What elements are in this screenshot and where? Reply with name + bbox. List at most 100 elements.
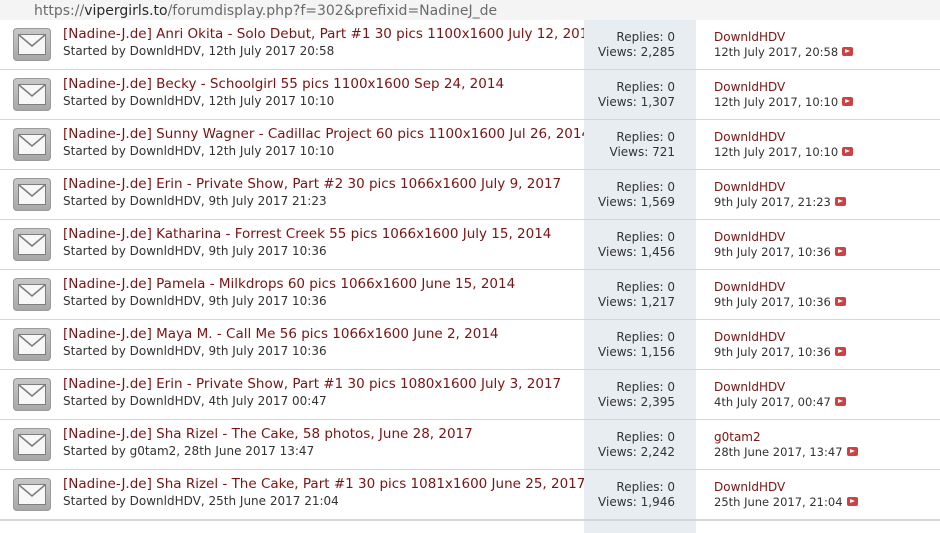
thread-starter-info: Started by DownldHDV, 9th July 2017 21:2… (63, 194, 327, 208)
thread-row: [Nadine-J.de] Maya M. - Call Me 56 pics … (0, 320, 940, 370)
last-post-cell: DownldHDV 9th July 2017, 10:36 (714, 220, 940, 269)
thread-status-envelope-icon[interactable] (13, 428, 51, 461)
last-post-cell: DownldHDV 9th July 2017, 10:36 (714, 320, 940, 369)
last-post-time-text: 12th July 2017, 10:10 (714, 95, 839, 109)
stats-cell: Replies: 0 Views: 1,156 (584, 320, 696, 369)
go-to-last-post-icon[interactable] (834, 347, 846, 356)
thread-row: [Nadine-J.de] Anri Okita - Solo Debut, P… (0, 20, 940, 70)
go-to-last-post-icon[interactable] (834, 197, 846, 206)
replies-count: Replies: 0 (616, 380, 675, 394)
last-post-time-text: 28th June 2017, 13:47 (714, 445, 843, 459)
last-post-time-text: 9th July 2017, 10:36 (714, 245, 831, 259)
stats-cell: Replies: 0 Views: 1,307 (584, 70, 696, 119)
replies-count: Replies: 0 (616, 330, 675, 344)
last-post-time-text: 12th July 2017, 20:58 (714, 45, 839, 59)
thread-row: [Nadine-J.de] Erin - Private Show, Part … (0, 370, 940, 420)
replies-count: Replies: 0 (616, 180, 675, 194)
thread-row: [Nadine-J.de] Sunny Wagner - Cadillac Pr… (0, 120, 940, 170)
thread-title-link[interactable]: [Nadine-J.de] Katharina - Forrest Creek … (63, 226, 551, 242)
go-to-last-post-icon[interactable] (834, 247, 846, 256)
stats-cell: Replies: 0 Views: 1,456 (584, 220, 696, 269)
last-post-user-link[interactable]: DownldHDV (714, 130, 785, 144)
thread-status-envelope-icon[interactable] (13, 28, 51, 61)
last-post-time-text: 9th July 2017, 10:36 (714, 345, 831, 359)
thread-status-envelope-icon[interactable] (13, 478, 51, 511)
stats-cell: Replies: 0 Views: 721 (584, 120, 696, 169)
last-post-cell: DownldHDV 25th June 2017, 21:04 (714, 470, 940, 519)
url-host: vipergirls.to (84, 3, 168, 19)
last-post-time-text: 12th July 2017, 10:10 (714, 145, 839, 159)
go-to-last-post-icon[interactable] (846, 497, 858, 506)
last-post-user-link[interactable]: DownldHDV (714, 180, 785, 194)
thread-status-envelope-icon[interactable] (13, 378, 51, 411)
thread-title-link[interactable]: [Nadine-J.de] Anri Okita - Solo Debut, P… (63, 26, 597, 42)
views-count: Views: 1,307 (598, 95, 675, 109)
stats-cell: Replies: 0 Views: 2,285 (584, 20, 696, 69)
thread-title-link[interactable]: [Nadine-J.de] Maya M. - Call Me 56 pics … (63, 326, 499, 342)
thread-title-link[interactable]: [Nadine-J.de] Sha Rizel - The Cake, 58 p… (63, 426, 473, 442)
thread-starter-info: Started by DownldHDV, 9th July 2017 10:3… (63, 294, 327, 308)
last-post-cell: DownldHDV 4th July 2017, 00:47 (714, 370, 940, 419)
replies-count: Replies: 0 (616, 30, 675, 44)
thread-row: [Nadine-J.de] Katharina - Forrest Creek … (0, 220, 940, 270)
last-post-time: 4th July 2017, 00:47 (714, 395, 846, 409)
thread-status-envelope-icon[interactable] (13, 228, 51, 261)
thread-starter-info: Started by g0tam2, 28th June 2017 13:47 (63, 444, 315, 458)
thread-title-link[interactable]: [Nadine-J.de] Sha Rizel - The Cake, Part… (63, 476, 585, 492)
thread-row: [Nadine-J.de] Sha Rizel - The Cake, Part… (0, 470, 940, 520)
last-post-user-link[interactable]: DownldHDV (714, 280, 785, 294)
thread-title-link[interactable]: [Nadine-J.de] Erin - Private Show, Part … (63, 376, 561, 392)
thread-status-envelope-icon[interactable] (13, 128, 51, 161)
thread-title-link[interactable]: [Nadine-J.de] Sunny Wagner - Cadillac Pr… (63, 126, 590, 142)
replies-count: Replies: 0 (616, 80, 675, 94)
last-post-user-link[interactable]: DownldHDV (714, 80, 785, 94)
last-post-time: 28th June 2017, 13:47 (714, 445, 858, 459)
thread-title-link[interactable]: [Nadine-J.de] Pamela - Milkdrops 60 pics… (63, 276, 515, 292)
last-post-time-text: 9th July 2017, 21:23 (714, 195, 831, 209)
thread-status-envelope-icon[interactable] (13, 328, 51, 361)
last-post-cell: DownldHDV 12th July 2017, 10:10 (714, 70, 940, 119)
last-post-cell: DownldHDV 9th July 2017, 10:36 (714, 270, 940, 319)
address-bar[interactable]: https://vipergirls.to/forumdisplay.php?f… (0, 0, 940, 22)
thread-row: [Nadine-J.de] Becky - Schoolgirl 55 pics… (0, 70, 940, 120)
go-to-last-post-icon[interactable] (842, 147, 854, 156)
thread-status-envelope-icon[interactable] (13, 178, 51, 211)
go-to-last-post-icon[interactable] (842, 97, 854, 106)
go-to-last-post-icon[interactable] (834, 297, 846, 306)
url-path: /forumdisplay.php?f=302&prefixid=NadineJ… (167, 3, 498, 19)
thread-status-envelope-icon[interactable] (13, 278, 51, 311)
last-post-user-link[interactable]: DownldHDV (714, 380, 785, 394)
thread-row: [Nadine-J.de] Erin - Private Show, Part … (0, 170, 940, 220)
url-prefix: https:// (34, 3, 85, 19)
last-post-user-link[interactable]: DownldHDV (714, 30, 785, 44)
last-post-user-link[interactable]: DownldHDV (714, 230, 785, 244)
thread-starter-info: Started by DownldHDV, 25th June 2017 21:… (63, 494, 339, 508)
go-to-last-post-icon[interactable] (834, 397, 846, 406)
views-count: Views: 2,242 (598, 445, 675, 459)
thread-status-envelope-icon[interactable] (13, 78, 51, 111)
last-post-user-link[interactable]: g0tam2 (714, 430, 761, 444)
views-count: Views: 2,285 (598, 45, 675, 59)
thread-list: [Nadine-J.de] Anri Okita - Solo Debut, P… (0, 20, 940, 520)
last-post-user-link[interactable]: DownldHDV (714, 480, 785, 494)
thread-row-partial (0, 520, 940, 533)
views-count: Views: 1,156 (598, 345, 675, 359)
thread-starter-info: Started by DownldHDV, 12th July 2017 20:… (63, 44, 335, 58)
thread-title-link[interactable]: [Nadine-J.de] Erin - Private Show, Part … (63, 176, 561, 192)
views-count: Views: 1,946 (598, 495, 675, 509)
thread-title-link[interactable]: [Nadine-J.de] Becky - Schoolgirl 55 pics… (63, 76, 504, 92)
last-post-time: 12th July 2017, 10:10 (714, 95, 854, 109)
views-count: Views: 721 (609, 145, 676, 159)
go-to-last-post-icon[interactable] (842, 47, 854, 56)
go-to-last-post-icon[interactable] (846, 447, 858, 456)
stats-cell: Replies: 0 Views: 1,569 (584, 170, 696, 219)
last-post-time: 12th July 2017, 20:58 (714, 45, 854, 59)
thread-starter-info: Started by DownldHDV, 12th July 2017 10:… (63, 144, 335, 158)
views-count: Views: 1,217 (598, 295, 675, 309)
views-count: Views: 1,456 (598, 245, 675, 259)
last-post-user-link[interactable]: DownldHDV (714, 330, 785, 344)
stats-cell: Replies: 0 Views: 1,217 (584, 270, 696, 319)
stats-cell: Replies: 0 Views: 1,946 (584, 470, 696, 519)
thread-starter-info: Started by DownldHDV, 4th July 2017 00:4… (63, 394, 327, 408)
thread-starter-info: Started by DownldHDV, 9th July 2017 10:3… (63, 244, 327, 258)
